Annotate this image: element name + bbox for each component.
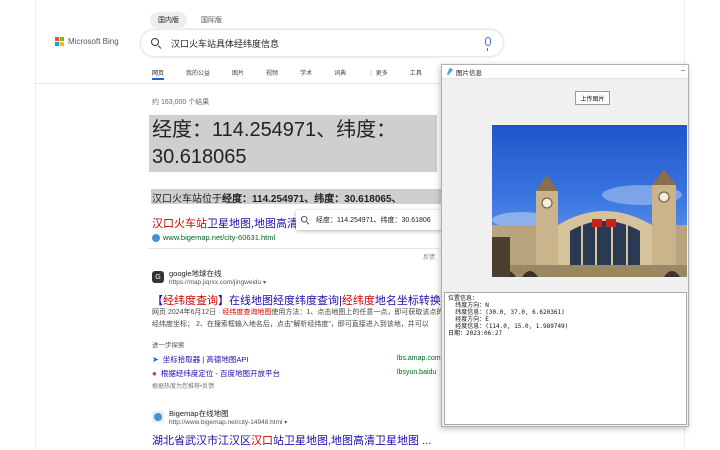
result-2-site[interactable]: G google地球在线 https://map.jiqrxx.com/jing… bbox=[152, 268, 266, 286]
window-titlebar[interactable]: 图片信息 – bbox=[442, 65, 688, 79]
tab-images[interactable]: 图片 bbox=[232, 68, 244, 77]
tab-academic[interactable]: 学术 bbox=[300, 68, 312, 77]
microphone-icon[interactable] bbox=[485, 37, 491, 51]
info-line: 纬度信息：(30.0, 37.0, 6.620361) bbox=[448, 309, 565, 316]
chevron-down-icon[interactable]: ▾ bbox=[284, 420, 287, 426]
title-highlight: 经纬度 bbox=[341, 295, 375, 307]
divider bbox=[148, 248, 443, 249]
info-line: 经度方向：E bbox=[448, 316, 489, 323]
result-2-site-name: google地球在线 bbox=[169, 269, 222, 278]
search-input[interactable]: 汉口火车站具体经纬度信息 bbox=[171, 37, 279, 50]
globe-icon bbox=[152, 233, 160, 242]
result-2-snippet: 网页 2024年6月12日 · 经纬度查询地图使用方法：1、点击地图上的任意一点… bbox=[152, 307, 444, 331]
info-line: 位置信息： bbox=[448, 295, 479, 302]
answer-snippet: 汉口火车站位于经度：114.254971、纬度：30.618065、 bbox=[152, 190, 442, 205]
related-item-label: 根据经纬度定位 - 百度地图开放平台 bbox=[160, 369, 281, 378]
result-3-site[interactable]: Bigemap在线地图 http://www.bigemap.net/city-… bbox=[152, 408, 287, 426]
upload-image-button[interactable]: 上传图片 bbox=[575, 91, 610, 105]
feedback-link[interactable]: 反馈 bbox=[423, 252, 435, 261]
image-info-window: 图片信息 – 上传图片 位置信息： 纬度方向：N 纬度信息：(30.0, 37.… bbox=[441, 64, 689, 427]
related-note: 根据热度为您推荐•反馈 bbox=[152, 384, 215, 390]
title-highlight: 经纬度查询 bbox=[163, 295, 218, 307]
window-title: 图片信息 bbox=[456, 69, 482, 77]
region-tabs: 国内版 国际版 bbox=[150, 12, 230, 28]
search-icon bbox=[151, 38, 161, 48]
result-1-title[interactable]: 汉口火车站卫星地图,地图高清 bbox=[152, 215, 302, 231]
region-tab-domestic[interactable]: 国内版 bbox=[150, 12, 187, 28]
image-info-textbox[interactable]: 位置信息： 纬度方向：N 纬度信息：(30.0, 37.0, 6.620361)… bbox=[444, 292, 687, 425]
related-item-url[interactable]: lbsyun.baidu bbox=[397, 369, 436, 376]
result-1-title-rest: 卫星地图,地图高清 bbox=[207, 218, 299, 230]
result-count: 约 163,000 个结果 bbox=[152, 99, 210, 106]
result-2-site-url: https://map.jiqrxx.com/jingweidu bbox=[169, 279, 262, 286]
info-line: 经度信息：(114.0, 15.0, 1.989749) bbox=[448, 323, 569, 330]
tab-videos[interactable]: 视频 bbox=[266, 68, 278, 77]
answer-text: 经度：114.254971、纬度：30.618065 bbox=[152, 119, 397, 168]
station-photo-illustration bbox=[492, 169, 687, 277]
title-part: 站卫星地图,地图高清卫星地图 ... bbox=[273, 435, 432, 447]
chevron-down-icon[interactable]: ▾ bbox=[263, 280, 266, 286]
result-3-title[interactable]: 湖北省武汉市江汉区汉口站卫星地图,地图高清卫星地图 ... bbox=[152, 432, 431, 448]
tab-web[interactable]: 网页 bbox=[152, 68, 165, 80]
title-highlight: 汉口 bbox=[251, 435, 273, 447]
search-icon bbox=[301, 216, 309, 224]
related-item-url[interactable]: lbs.amap.com bbox=[397, 355, 441, 362]
snippet-bold: 经度：114.254971、纬度：30.618065、 bbox=[222, 194, 402, 205]
result-1-title-highlight: 汉口火车站 bbox=[152, 218, 207, 230]
selection-search-tooltip[interactable]: 经度：114.254971、纬度：30.61806 bbox=[296, 210, 444, 230]
tooltip-text: 经度：114.254971、纬度：30.61806 bbox=[316, 217, 431, 224]
result-1-url-text: www.bigemap.net/city-60631.html bbox=[163, 233, 276, 242]
result-3-site-url: http://www.bigemap.net/city-14948.html bbox=[169, 419, 283, 426]
uploaded-photo bbox=[492, 125, 687, 277]
microsoft-logo-icon bbox=[55, 37, 64, 46]
related-item[interactable]: ● 根据经纬度定位 - 百度地图开放平台 bbox=[152, 368, 280, 379]
related-heading: 进一步探索 bbox=[152, 342, 185, 349]
title-part: 地名坐标转换 bbox=[374, 295, 441, 307]
snippet-date: 网页 2024年6月12日 · bbox=[152, 309, 223, 316]
result-2-title[interactable]: 【经纬度查询】在线地图经度纬度查询|经纬度地名坐标转换 bbox=[152, 292, 444, 308]
tab-charity[interactable]: 我的公益 bbox=[186, 68, 210, 77]
search-box[interactable]: 汉口火车站具体经纬度信息 bbox=[141, 30, 503, 56]
screen: 国内版 国际版 Microsoft Bing 汉口火车站具体经纬度信息 网页 我… bbox=[0, 0, 720, 450]
snippet-highlight-text: 经纬度查询地图 bbox=[222, 309, 272, 316]
title-part: 【 bbox=[152, 295, 163, 307]
related-item[interactable]: ➤ 坐标拾取器 | 高德地图API bbox=[152, 354, 248, 365]
tab-dictionary[interactable]: 词典 bbox=[334, 68, 346, 77]
globe-icon bbox=[154, 413, 162, 421]
location-pin-icon: ● bbox=[152, 369, 157, 378]
site-favicon-icon bbox=[152, 411, 164, 423]
title-part: 】在线地图经度纬度查询| bbox=[218, 295, 342, 307]
result-1-url[interactable]: www.bigemap.net/city-60631.html bbox=[152, 233, 275, 242]
minimize-icon[interactable]: – bbox=[681, 67, 685, 74]
tab-more[interactable]: ⋮ 更多 bbox=[368, 68, 388, 77]
info-line: 纬度方向：N bbox=[448, 302, 489, 309]
info-line: 日期：2023:06:27 bbox=[448, 330, 503, 337]
bing-logo[interactable]: Microsoft Bing bbox=[55, 37, 119, 46]
site-favicon-icon: G bbox=[152, 271, 164, 283]
nav-tabs: 网页 我的公益 图片 视频 学术 词典 ⋮ 更多 工具 bbox=[152, 68, 444, 80]
snippet-prefix: 汉口火车站位于 bbox=[152, 194, 222, 205]
result-3-site-name: Bigemap在线地图 bbox=[169, 409, 229, 418]
logo-text: Microsoft Bing bbox=[68, 37, 119, 46]
related-item-label: 坐标拾取器 | 高德地图API bbox=[162, 355, 249, 364]
send-arrow-icon: ➤ bbox=[152, 355, 159, 364]
title-part: 湖北省武汉市江汉区 bbox=[152, 435, 251, 447]
tk-feather-icon bbox=[447, 67, 453, 76]
region-tab-international[interactable]: 国际版 bbox=[193, 12, 230, 28]
tab-tools[interactable]: 工具 bbox=[410, 68, 422, 77]
